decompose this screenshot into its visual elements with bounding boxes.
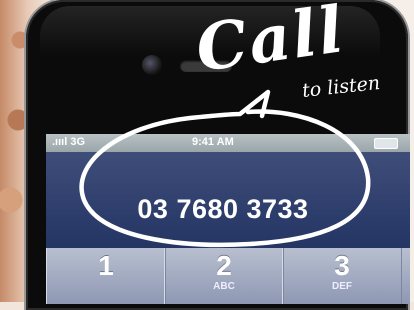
bubble-outline <box>79 89 371 248</box>
